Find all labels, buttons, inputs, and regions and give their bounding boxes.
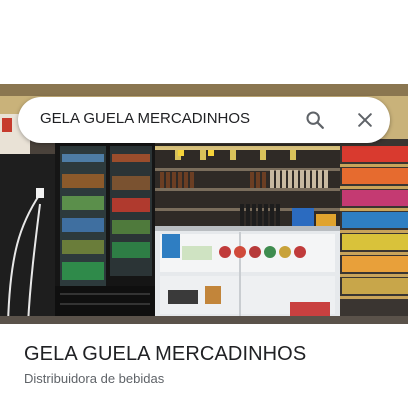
search-query-text[interactable]: GELA GUELA MERCADINHOS	[40, 110, 250, 127]
search-bar[interactable]: GELA GUELA MERCADINHOS	[18, 97, 390, 143]
clear-search-button[interactable]	[350, 105, 380, 135]
place-category: Distribuidora de bebidas	[24, 371, 165, 386]
search-button[interactable]	[300, 105, 330, 135]
close-icon	[358, 113, 372, 127]
place-name[interactable]: GELA GUELA MERCADINHOS	[24, 343, 306, 366]
search-icon	[306, 111, 324, 129]
